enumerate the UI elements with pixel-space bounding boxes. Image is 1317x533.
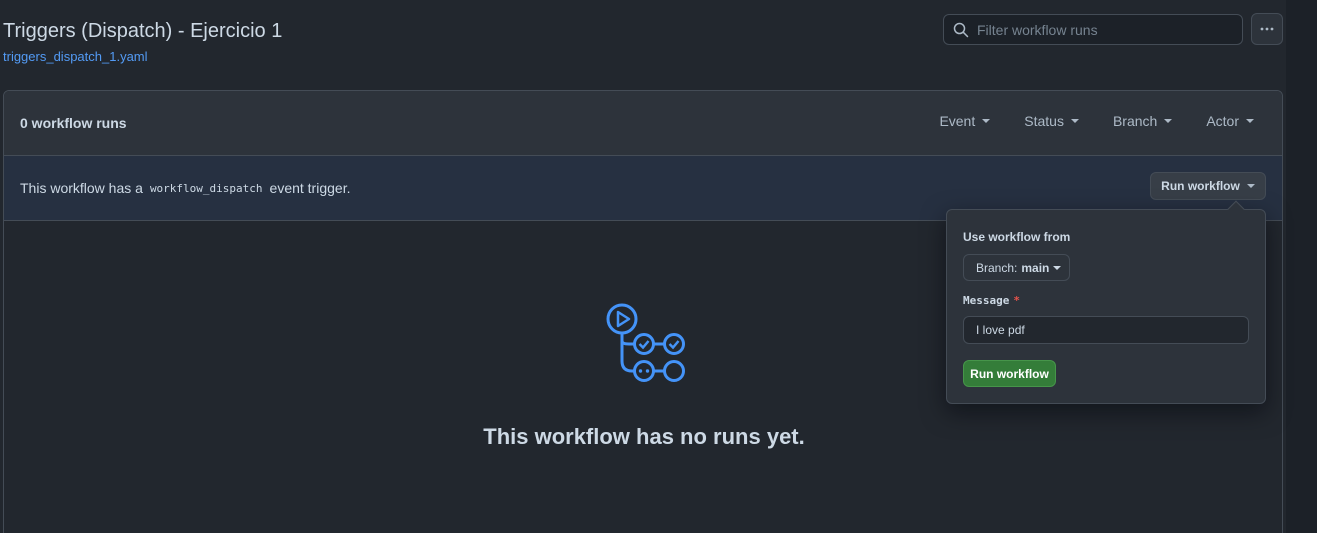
dispatch-code: workflow_dispatch bbox=[149, 181, 263, 195]
dispatch-message: This workflow has a workflow_dispatch ev… bbox=[20, 180, 350, 196]
message-label-text: Message bbox=[963, 294, 1010, 307]
event-filter-label: Event bbox=[939, 113, 976, 129]
caret-down-icon bbox=[1164, 119, 1173, 123]
dispatch-suffix: event trigger. bbox=[269, 180, 351, 196]
branch-select-button[interactable]: Branch: main bbox=[963, 254, 1070, 281]
caret-down-icon bbox=[1246, 119, 1254, 123]
caret-down-icon bbox=[1070, 119, 1079, 123]
more-options-button[interactable] bbox=[1251, 13, 1283, 45]
kebab-horizontal-icon bbox=[1260, 27, 1274, 31]
page-title: Triggers (Dispatch) - Ejercicio 1 bbox=[3, 20, 283, 42]
workflow-icon bbox=[606, 303, 685, 382]
runs-count: 0 workflow runs bbox=[20, 115, 127, 131]
runs-header: 0 workflow runs Event Status Branch Acto… bbox=[4, 91, 1282, 156]
popover-heading: Use workflow from bbox=[963, 230, 1071, 244]
filter-runs-input[interactable] bbox=[977, 21, 1227, 38]
right-gutter bbox=[1286, 0, 1317, 533]
run-workflow-submit-button[interactable]: Run workflow bbox=[963, 360, 1056, 387]
workflow-file-link[interactable]: triggers_dispatch_1.yaml bbox=[3, 49, 148, 64]
status-filter-button[interactable]: Status bbox=[1024, 113, 1079, 129]
actor-filter-label: Actor bbox=[1206, 113, 1239, 129]
branch-prefix: Branch: bbox=[976, 260, 1018, 275]
branch-filter-button[interactable]: Branch bbox=[1112, 113, 1173, 129]
filter-runs-field[interactable] bbox=[943, 14, 1243, 45]
caret-down-icon bbox=[982, 119, 991, 123]
message-input[interactable] bbox=[963, 316, 1249, 344]
actions-page: Triggers (Dispatch) - Ejercicio 1 trigge… bbox=[0, 0, 1317, 533]
run-workflow-label: Run workflow bbox=[1161, 179, 1240, 193]
required-marker: * bbox=[1013, 294, 1020, 307]
branch-value: main bbox=[1021, 260, 1050, 275]
dispatch-prefix: This workflow has a bbox=[20, 180, 143, 196]
message-label: Message * bbox=[963, 294, 1020, 307]
empty-state-title: This workflow has no runs yet. bbox=[483, 424, 805, 449]
status-filter-label: Status bbox=[1024, 113, 1064, 129]
run-workflow-popover: Use workflow from Branch:main Message* R… bbox=[946, 200, 1266, 404]
caret-down-icon bbox=[1053, 265, 1062, 270]
run-workflow-dropdown-button[interactable]: Run workflow bbox=[1150, 172, 1266, 200]
caret-down-icon bbox=[1246, 184, 1255, 188]
search-icon bbox=[953, 22, 969, 37]
runs-filters: Event Status Branch Actor bbox=[939, 113, 1254, 129]
event-filter-button[interactable]: Event bbox=[939, 113, 991, 129]
actor-filter-button[interactable]: Actor bbox=[1206, 113, 1254, 129]
branch-filter-label: Branch bbox=[1112, 113, 1158, 129]
